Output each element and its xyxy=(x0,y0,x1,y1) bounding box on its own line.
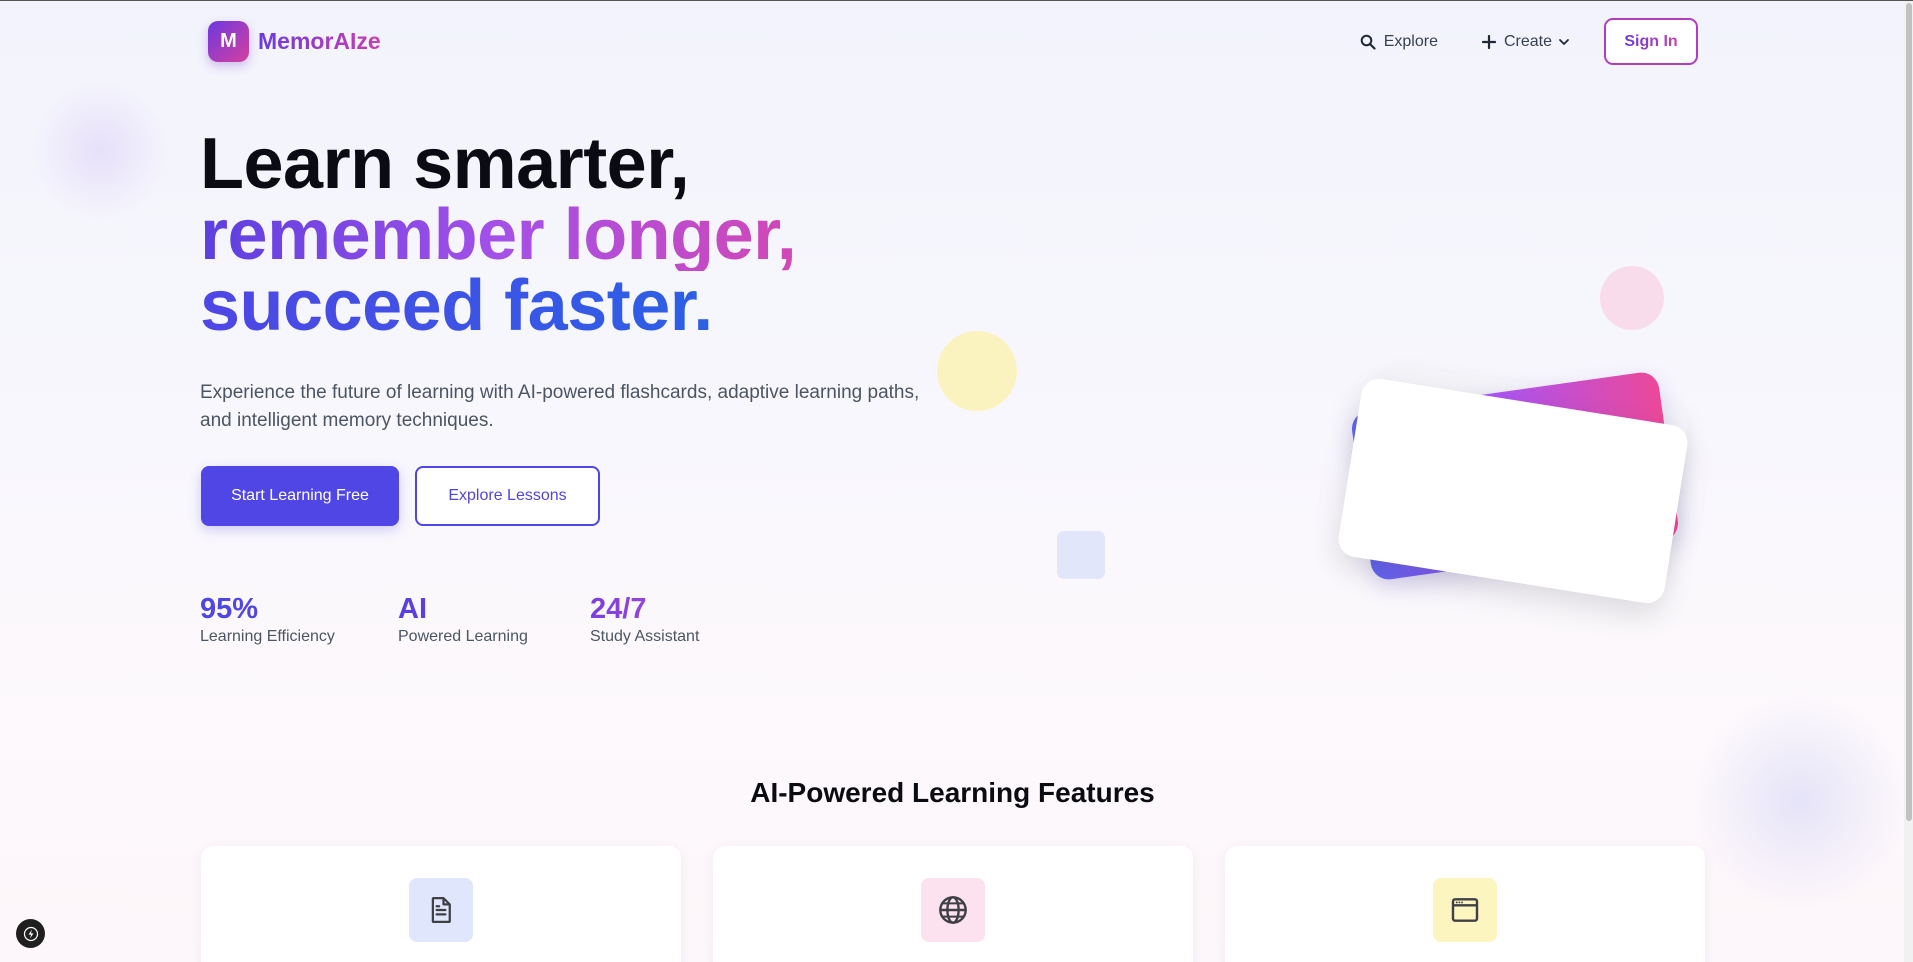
nav-create-dropdown[interactable]: Create xyxy=(1481,32,1570,51)
stat-item: 24/7 Study Assistant xyxy=(590,593,699,646)
stat-item: AI Powered Learning xyxy=(398,593,528,646)
background-glow xyxy=(30,81,170,221)
search-icon xyxy=(1360,34,1376,50)
logo-mark: M xyxy=(208,21,249,62)
start-learning-button[interactable]: Start Learning Free xyxy=(201,466,399,526)
feature-card xyxy=(201,846,681,962)
brand-name: MemorAIze xyxy=(258,28,381,54)
features-section-title: AI-Powered Learning Features xyxy=(750,777,1155,808)
hero-description: Experience the future of learning with A… xyxy=(200,382,920,431)
stat-value: AI xyxy=(398,593,427,625)
decorative-circle xyxy=(1600,266,1664,330)
browser-window-icon xyxy=(1433,878,1497,942)
chevron-down-icon xyxy=(1559,38,1569,45)
hero-title-line-2: remember longer, xyxy=(200,195,797,275)
explore-lessons-button[interactable]: Explore Lessons xyxy=(415,466,600,526)
sign-in-button[interactable]: Sign In xyxy=(1604,18,1698,65)
flashcard-stack-illustration xyxy=(1330,341,1730,641)
stat-item: 95% Learning Efficiency xyxy=(200,593,335,646)
hero-title: Learn smarter, remember longer, succeed … xyxy=(200,128,797,346)
stat-value: 95% xyxy=(200,593,259,625)
stat-label: Powered Learning xyxy=(398,628,528,645)
nav-explore-label: Explore xyxy=(1383,32,1438,50)
document-icon xyxy=(409,878,473,942)
stat-label: Study Assistant xyxy=(590,628,700,645)
decorative-square xyxy=(1057,531,1105,579)
top-navigation: M MemorAIze Explore Create Sign In xyxy=(0,1,1913,81)
plus-icon xyxy=(1481,34,1496,49)
lightning-icon[interactable] xyxy=(16,919,45,948)
nav-create-label: Create xyxy=(1503,32,1552,50)
decorative-circle xyxy=(937,331,1017,411)
sign-in-label: Sign In xyxy=(1624,32,1678,50)
hero-title-line-3: succeed faster. xyxy=(200,266,713,346)
globe-icon xyxy=(921,878,985,942)
feature-card xyxy=(1225,846,1705,962)
hero-title-line-1: Learn smarter, xyxy=(200,124,690,204)
nav-menu: Explore Create Sign In xyxy=(1360,18,1698,65)
nav-explore-link[interactable]: Explore xyxy=(1360,33,1438,51)
scrollbar-thumb[interactable] xyxy=(1906,3,1912,821)
brand-logo[interactable]: M MemorAIze xyxy=(208,21,381,62)
landing-page: M MemorAIze Explore Create Sign In Learn… xyxy=(0,0,1913,962)
stat-label: Learning Efficiency xyxy=(200,628,335,645)
stat-value: 24/7 xyxy=(590,593,699,625)
feature-card xyxy=(713,846,1193,962)
